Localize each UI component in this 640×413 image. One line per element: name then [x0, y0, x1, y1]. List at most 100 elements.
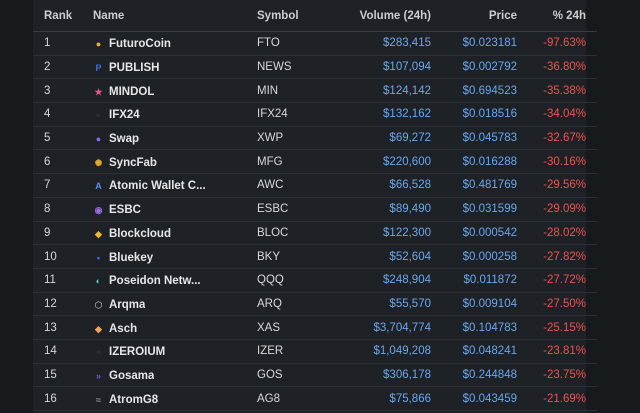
- coin-name-label[interactable]: Atomic Wallet C...: [109, 180, 206, 192]
- price-cell: $0.244848: [431, 363, 517, 388]
- header-volume[interactable]: Volume (24h): [329, 0, 431, 32]
- asch-icon: ◆: [95, 323, 102, 334]
- rank-cell: 3: [33, 78, 93, 104]
- table-row[interactable]: 2 P PUBLISH NEWS $107,094 $0.002792 -36.80%: [33, 55, 597, 80]
- coin-name-cell[interactable]: ● IZEROIUM: [93, 339, 257, 364]
- coin-name-cell[interactable]: ⬡ Arqma: [93, 292, 257, 317]
- coin-name-cell[interactable]: ● IFX24: [93, 102, 257, 127]
- coin-name-label[interactable]: Gosama: [109, 370, 154, 382]
- volume-cell: $1,049,208: [329, 339, 431, 364]
- price-cell: $0.043459: [431, 386, 517, 411]
- symbol-cell: ESBC: [257, 197, 329, 222]
- table-row[interactable]: 13 ◆ Asch XAS $3,704,774 $0.104783 -25.15%: [33, 315, 597, 340]
- coin-name-cell[interactable]: ● FuturoCoin: [93, 31, 257, 56]
- table-row[interactable]: 4 ● IFX24 IFX24 $132,162 $0.018516 -34.04%: [33, 102, 597, 127]
- volume-cell: $220,600: [329, 149, 431, 175]
- volume-cell: $107,094: [329, 55, 431, 80]
- table-row[interactable]: 8 ◉ ESBC ESBC $89,490 $0.031599 -29.09%: [33, 197, 597, 222]
- coin-name-label[interactable]: FuturoCoin: [109, 38, 171, 50]
- table-row[interactable]: 12 ⬡ Arqma ARQ $55,570 $0.009104 -27.50%: [33, 292, 597, 317]
- price-cell: $0.048241: [431, 339, 517, 364]
- coin-name-label[interactable]: SyncFab: [109, 157, 157, 169]
- volume-cell: $52,604: [329, 244, 431, 269]
- atomic-wallet-icon: A: [95, 181, 102, 192]
- volume-cell: $283,415: [329, 31, 431, 56]
- header-name[interactable]: Name: [93, 0, 257, 32]
- table-row[interactable]: 11 ◐ Poseidon Netw... QQQ $248,904 $0.011872-…: [33, 268, 597, 293]
- futurocoin-icon: ●: [95, 39, 102, 50]
- coin-name-label[interactable]: PUBLISH: [109, 62, 159, 74]
- symbol-cell: XAS: [257, 315, 329, 340]
- coin-name-cell[interactable]: ● Swap: [93, 126, 257, 151]
- coin-name-cell[interactable]: ◉ ESBC: [93, 197, 257, 222]
- table-row[interactable]: 9 ◆ Blockcloud BLOC $122,300 $0.000542 -28.02%: [33, 221, 597, 246]
- coin-name-cell[interactable]: • Bluekey: [93, 244, 257, 269]
- table-row[interactable]: 16 ≈ AtromG8 AG8 $75,866 $0.043459 -21.69%: [33, 386, 597, 411]
- coin-name-cell[interactable]: ◐ Poseidon Netw...: [93, 268, 257, 293]
- volume-cell: $306,178: [329, 363, 431, 388]
- table-row[interactable]: 5 ● Swap XWP $69,272 $0.045783 -32.67%: [33, 126, 597, 151]
- coin-name-label[interactable]: Blockcloud: [109, 228, 171, 240]
- price-cell: $0.009104: [431, 292, 517, 317]
- symbol-cell: MIN: [257, 78, 329, 104]
- rank-cell: 8: [33, 197, 93, 222]
- coin-name-label[interactable]: MINDOL: [109, 86, 154, 98]
- symbol-cell: IFX24: [257, 102, 329, 127]
- volume-cell: $66,528: [329, 173, 431, 198]
- coin-name-label[interactable]: AtromG8: [109, 394, 158, 406]
- header-change[interactable]: % 24h: [517, 0, 597, 32]
- rank-cell: 13: [33, 315, 93, 340]
- table-body: 1 ● FuturoCoin FTO $283,415 $0.023181 -97.63% 2…: [33, 31, 597, 411]
- coin-name-cell[interactable]: A Atomic Wallet C...: [93, 173, 257, 198]
- change-cell: -28.02%: [517, 221, 597, 246]
- coin-name-label[interactable]: Poseidon Netw...: [109, 275, 201, 287]
- change-cell: -29.09%: [517, 197, 597, 222]
- coin-name-cell[interactable]: ◆ Asch: [93, 315, 257, 340]
- change-cell: -25.15%: [517, 315, 597, 340]
- table-row[interactable]: 10 • Bluekey BKY $52,604 $0.000258 -27.82%: [33, 244, 597, 269]
- change-cell: -36.80%: [517, 55, 597, 80]
- change-cell: -29.56%: [517, 173, 597, 198]
- coin-name-cell[interactable]: ≈ AtromG8: [93, 386, 257, 411]
- price-cell: $0.694523: [431, 78, 517, 104]
- header-price[interactable]: Price: [431, 0, 517, 32]
- price-cell: $0.104783: [431, 315, 517, 340]
- symbol-cell: QQQ: [257, 268, 329, 293]
- coin-name-cell[interactable]: P PUBLISH: [93, 55, 257, 80]
- table-row[interactable]: 1 ● FuturoCoin FTO $283,415 $0.023181 -97.63%: [33, 31, 597, 56]
- rank-cell: 16: [33, 386, 93, 411]
- coin-name-label[interactable]: ESBC: [109, 204, 141, 216]
- coin-name-cell[interactable]: » Gosama: [93, 363, 257, 388]
- coin-name-label[interactable]: Arqma: [109, 299, 145, 311]
- coin-name-cell[interactable]: ✺ SyncFab: [93, 149, 257, 175]
- table-row[interactable]: 6 ✺ SyncFab MFG $220,600 $0.016288 -30.16%: [33, 149, 597, 175]
- change-cell: -27.82%: [517, 244, 597, 269]
- header-symbol[interactable]: Symbol: [257, 0, 329, 32]
- table-row[interactable]: 15» Gosama GOS $306,178 $0.244848 -23.75%: [33, 363, 597, 388]
- table-row[interactable]: 14 ● IZEROIUM IZER $1,049,208 $0.048241 -23.81…: [33, 339, 597, 364]
- rank-cell: 12: [33, 292, 93, 317]
- blockcloud-icon: ◆: [95, 228, 102, 239]
- rank-cell: 4: [33, 102, 93, 127]
- volume-cell: $89,490: [329, 197, 431, 222]
- symbol-cell: BLOC: [257, 221, 329, 246]
- symbol-cell: AWC: [257, 173, 329, 198]
- coin-name-cell[interactable]: ◆ Blockcloud: [93, 221, 257, 246]
- table-row[interactable]: 7 A Atomic Wallet C... AWC $66,528 $0.481769-…: [33, 173, 597, 198]
- volume-cell: $55,570: [329, 292, 431, 317]
- price-cell: $0.031599: [431, 197, 517, 222]
- poseidon-icon: ◐: [95, 276, 102, 287]
- header-rank[interactable]: Rank: [33, 0, 93, 32]
- price-cell: $0.045783: [431, 126, 517, 151]
- price-cell: $0.002792: [431, 55, 517, 80]
- coin-name-cell[interactable]: ★ MINDOL: [93, 78, 257, 104]
- coin-name-label[interactable]: IZEROIUM: [109, 346, 165, 358]
- table-row[interactable]: 3 ★ MINDOL MIN $124,142 $0.694523 -35.38%: [33, 78, 597, 104]
- coin-name-label[interactable]: Swap: [109, 133, 139, 145]
- symbol-cell: AG8: [257, 386, 329, 411]
- coin-name-label[interactable]: Asch: [109, 323, 137, 335]
- coin-name-label[interactable]: IFX24: [109, 109, 140, 121]
- price-cell: $0.000542: [431, 221, 517, 246]
- coin-name-label[interactable]: Bluekey: [109, 252, 153, 264]
- change-cell: -23.81%: [517, 339, 597, 364]
